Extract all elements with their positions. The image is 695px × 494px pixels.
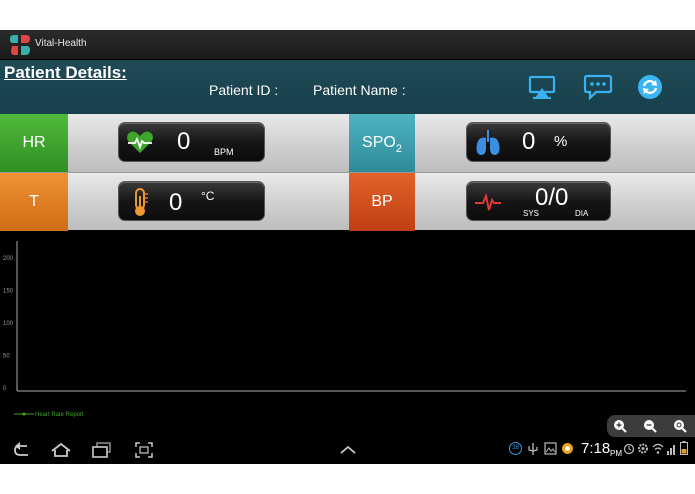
pulse-icon [475, 192, 501, 211]
y-tick-label: 150 [3, 289, 14, 295]
temp-display: 0 °C [118, 181, 265, 221]
bp-tag: BP [349, 173, 415, 231]
patient-name-label: Patient Name : [313, 82, 406, 98]
zoom-out-icon[interactable] [642, 418, 658, 434]
thermometer-icon [135, 188, 148, 216]
app-name: Vital-Health [35, 38, 87, 49]
zoom-controls [607, 415, 695, 437]
legend-marker [22, 412, 26, 416]
system-nav-bar: 38 7:18 PM [0, 437, 695, 464]
temp-label: T [29, 193, 39, 210]
spo2-unit: % [554, 133, 568, 150]
app-screen: Vital-Health Patient Details: Patient ID… [0, 30, 695, 464]
notification-badge: 38 [509, 442, 522, 455]
hr-value: 0 [177, 128, 191, 155]
bp-sys-unit: SYS [523, 209, 540, 218]
hr-label: HR [22, 134, 46, 151]
y-tick-label: 50 [3, 354, 10, 360]
temp-value: 0 [169, 189, 183, 216]
cast-icon[interactable] [527, 73, 557, 101]
screenshot-icon[interactable] [135, 442, 153, 458]
app-logo-icon [10, 35, 30, 55]
hr-tag: HR [0, 114, 68, 172]
home-icon[interactable] [50, 442, 72, 458]
status-ampm: PM [610, 449, 622, 458]
spo2-subscript: 2 [395, 143, 402, 155]
image-icon [544, 442, 557, 455]
spo2-tag: SPO 2 [349, 114, 415, 172]
app-notification-icon [562, 443, 573, 454]
bp-display: 0/0 SYS DIA [466, 181, 611, 221]
chart-svg: 200 150 100 50 0 Heart Rate Report [3, 241, 686, 418]
y-tick-label: 0 [3, 386, 7, 392]
spo2-value: 0 [522, 128, 536, 155]
patient-id-label: Patient ID : [209, 82, 279, 98]
bp-value: 0/0 [535, 184, 569, 211]
battery-icon [680, 441, 688, 455]
refresh-icon[interactable] [635, 73, 665, 101]
zoom-in-icon[interactable] [612, 418, 628, 434]
heart-rate-chart: 200 150 100 50 0 Heart Rate Report [0, 231, 695, 437]
bp-label: BP [371, 193, 393, 210]
y-tick-label: 200 [3, 256, 14, 262]
usb-icon [528, 443, 538, 455]
temp-unit: °C [201, 189, 215, 203]
wifi-icon [652, 443, 664, 454]
vitals-row-2: T 0 °C BP 0/0 SYS DIA [0, 172, 695, 231]
heart-icon [127, 131, 153, 153]
spo2-label: SPO [362, 134, 396, 151]
temp-tag: T [0, 173, 68, 231]
y-tick-label: 100 [3, 321, 14, 327]
vitals-row-1: HR 0 BPM SPO 2 0 % [0, 114, 695, 172]
chart-legend: Heart Rate Report [14, 412, 84, 418]
chevron-up-icon[interactable] [339, 445, 357, 455]
signal-icon [667, 445, 675, 455]
patient-header: Patient Details: Patient ID : Patient Na… [0, 60, 695, 114]
legend-label: Heart Rate Report [35, 412, 84, 418]
bp-dia-unit: DIA [575, 209, 589, 218]
spo2-display: 0 % [466, 122, 611, 162]
action-bar: Vital-Health [0, 30, 695, 60]
settings-icon [638, 443, 648, 454]
alarm-icon [623, 443, 635, 455]
chat-icon[interactable] [583, 73, 613, 101]
back-icon[interactable] [12, 442, 32, 458]
zoom-reset-icon[interactable] [672, 418, 688, 434]
hr-unit: BPM [214, 147, 234, 157]
page-title: Patient Details: [4, 63, 127, 82]
status-clock: 7:18 [581, 440, 611, 457]
recent-apps-icon[interactable] [92, 442, 112, 458]
lungs-icon [476, 130, 500, 155]
hr-display: 0 BPM [118, 122, 265, 162]
